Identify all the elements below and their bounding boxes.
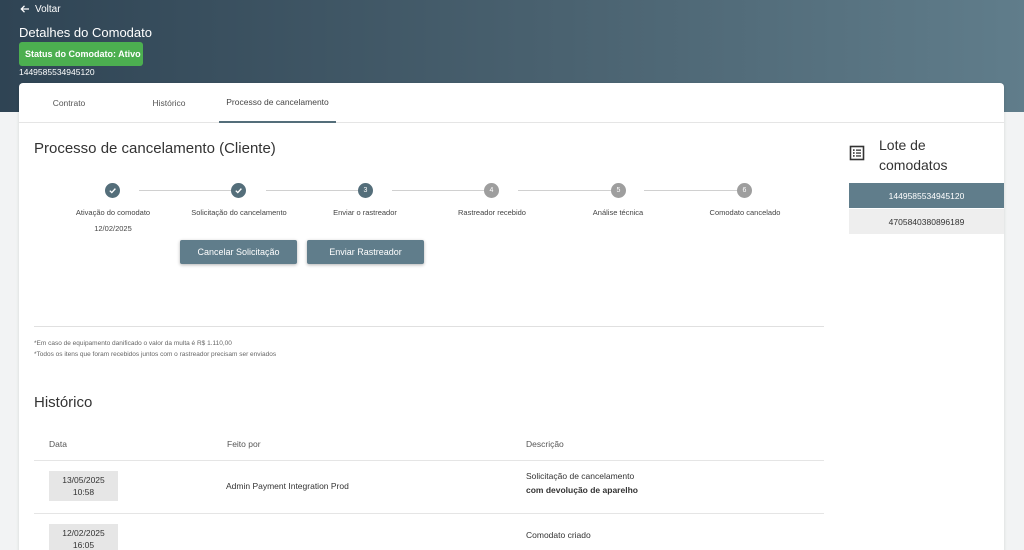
column-data: Data xyxy=(49,439,67,449)
step-5-number: 5 xyxy=(611,183,626,198)
tab-contrato[interactable]: Contrato xyxy=(19,83,119,123)
row-description: Comodato criado xyxy=(526,530,591,540)
row-date-day: 13/05/2025 xyxy=(62,475,105,485)
fine-note: *Em caso de equipamento danificado o val… xyxy=(34,340,232,347)
row-date-time: 16:05 xyxy=(72,540,95,550)
row-author: Admin Payment Integration Prod xyxy=(226,481,349,491)
history-table-header: Data Feito por Descrição xyxy=(34,431,824,461)
tab-processo-cancelamento[interactable]: Processo de cancelamento xyxy=(219,83,336,123)
lot-item-selected[interactable]: 1449585534945120 xyxy=(849,183,1004,208)
step-3-number: 3 xyxy=(358,183,373,198)
step-2-label: Solicitação do cancelamento xyxy=(191,208,287,217)
arrow-left-icon xyxy=(20,5,29,13)
step-1-label: Ativação do comodato xyxy=(75,208,151,217)
step-connector xyxy=(518,190,618,191)
list-icon xyxy=(849,145,865,161)
back-link[interactable]: Voltar xyxy=(20,2,61,16)
details-card: Contrato Histórico Processo de cancelame… xyxy=(19,83,1004,550)
step-connector xyxy=(266,190,366,191)
step-4-label: Rastreador recebido xyxy=(458,208,526,217)
history-title: Histórico xyxy=(34,394,93,411)
column-descricao: Descrição xyxy=(526,439,564,449)
step-5-label: Análise técnica xyxy=(592,208,644,217)
send-tracker-button[interactable]: Enviar Rastreador xyxy=(307,240,424,264)
step-2-check-icon xyxy=(231,183,246,198)
lot-item[interactable]: 4705840380896189 xyxy=(849,209,1004,234)
column-feito-por: Feito por xyxy=(227,439,261,449)
row-date: 12/02/2025 16:05 xyxy=(49,524,118,550)
lot-title-line1: Lote de xyxy=(879,137,926,153)
row-date-time: 10:58 xyxy=(72,487,95,497)
step-connector xyxy=(139,190,239,191)
status-badge: Status do Comodato: Ativo xyxy=(19,42,143,66)
step-6-number: 6 xyxy=(737,183,752,198)
page-title: Detalhes do Comodato xyxy=(19,25,152,40)
lot-title: Lote de comodatos xyxy=(879,135,947,175)
row-description: Solicitação de cancelamento xyxy=(526,471,635,481)
row-date: 13/05/2025 10:58 xyxy=(49,471,118,501)
step-6-label: Comodato cancelado xyxy=(709,208,781,217)
cancellation-stepper: 3 4 5 6 Ativação do comodato Solicitação… xyxy=(34,178,824,238)
section-divider xyxy=(34,326,824,327)
step-connector xyxy=(644,190,744,191)
cancel-request-button[interactable]: Cancelar Solicitação xyxy=(180,240,297,264)
table-row: 12/02/2025 16:05 Comodato criado xyxy=(34,514,824,550)
step-1-check-icon xyxy=(105,183,120,198)
step-3-label: Enviar o rastreador xyxy=(333,208,397,217)
comodato-id: 1449585534945120 xyxy=(19,67,95,77)
row-description-detail: com devolução de aparelho xyxy=(526,485,638,495)
back-label: Voltar xyxy=(35,3,61,15)
row-date-day: 12/02/2025 xyxy=(62,528,105,538)
tab-historico[interactable]: Histórico xyxy=(119,83,219,123)
items-note: *Todos os itens que foram recebidos junt… xyxy=(34,351,277,358)
process-title: Processo de cancelamento (Cliente) xyxy=(34,140,276,157)
step-1-date: 12/02/2025 xyxy=(94,224,132,233)
lot-title-line2: comodatos xyxy=(879,157,948,173)
step-connector xyxy=(392,190,492,191)
tab-bar: Contrato Histórico Processo de cancelame… xyxy=(19,83,1004,123)
step-4-number: 4 xyxy=(484,183,499,198)
table-row: 13/05/2025 10:58 Admin Payment Integrati… xyxy=(34,461,824,514)
